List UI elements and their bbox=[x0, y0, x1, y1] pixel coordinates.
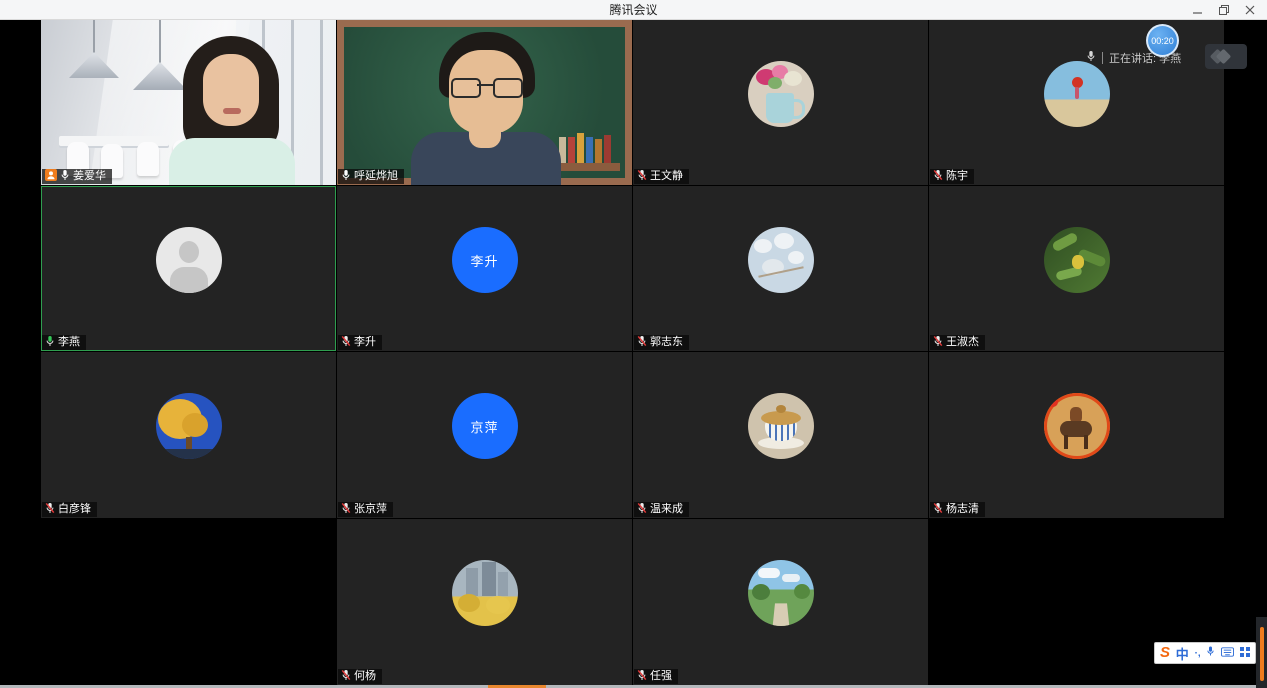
ime-punctuation-toggle[interactable]: ·, bbox=[1195, 648, 1201, 659]
window-controls bbox=[1185, 0, 1263, 19]
participant-tile[interactable]: 郭志东 bbox=[633, 186, 928, 351]
ime-keyboard-icon[interactable] bbox=[1221, 644, 1234, 662]
camera-video bbox=[41, 20, 336, 185]
mic-muted-icon bbox=[637, 168, 647, 186]
mic-speaking-icon bbox=[45, 334, 55, 352]
name-badge: 陈宇 bbox=[930, 169, 974, 184]
participant-name: 李升 bbox=[354, 336, 376, 349]
avatar bbox=[748, 560, 814, 626]
name-badge: 李燕 bbox=[42, 335, 86, 350]
participant-name: 李燕 bbox=[58, 336, 80, 349]
mic-muted-icon bbox=[341, 334, 351, 352]
participant-tile[interactable]: 王淑杰 bbox=[929, 186, 1224, 351]
avatar bbox=[1044, 61, 1110, 127]
name-badge: 王淑杰 bbox=[930, 335, 985, 350]
avatar bbox=[748, 393, 814, 459]
window-title: 腾讯会议 bbox=[609, 1, 657, 18]
mic-muted-icon bbox=[637, 668, 647, 686]
name-badge: 任强 bbox=[634, 669, 678, 684]
camera-video bbox=[337, 20, 632, 185]
mic-muted-icon bbox=[341, 668, 351, 686]
mic-muted-icon bbox=[637, 501, 647, 519]
participant-tile[interactable]: 陈宇 bbox=[929, 20, 1224, 185]
participant-name: 郭志东 bbox=[650, 336, 683, 349]
participant-tile[interactable]: 何杨 bbox=[337, 519, 632, 685]
avatar bbox=[452, 560, 518, 626]
avatar bbox=[156, 393, 222, 459]
ime-voice-icon[interactable] bbox=[1206, 644, 1215, 662]
name-badge: 郭志东 bbox=[634, 335, 689, 350]
avatar bbox=[748, 227, 814, 293]
ime-language-toggle[interactable]: 中 bbox=[1176, 644, 1189, 663]
participant-name: 陈宇 bbox=[946, 170, 968, 183]
participant-name: 白彦锋 bbox=[58, 503, 91, 516]
participant-tile[interactable]: 呼延烨旭 bbox=[337, 20, 632, 185]
mic-muted-icon bbox=[341, 501, 351, 519]
restore-button[interactable] bbox=[1211, 0, 1237, 19]
participant-tile[interactable]: 京萍 张京萍 bbox=[337, 352, 632, 518]
title-bar: 腾讯会议 bbox=[0, 0, 1267, 20]
ime-toolbar: S 中 ·, bbox=[1154, 642, 1256, 664]
sogou-logo-icon[interactable]: S bbox=[1160, 643, 1170, 663]
name-badge: 白彦锋 bbox=[42, 502, 97, 517]
scrollbar-thumb[interactable] bbox=[1260, 627, 1264, 681]
participant-tile[interactable]: 王文静 bbox=[633, 20, 928, 185]
initials-avatar: 李升 bbox=[452, 227, 518, 293]
participant-name: 任强 bbox=[650, 670, 672, 683]
participant-name: 王文静 bbox=[650, 170, 683, 183]
name-badge: 姜爱华 bbox=[42, 169, 112, 184]
name-badge: 呼延烨旭 bbox=[338, 169, 404, 184]
participant-tile[interactable]: 温来成 bbox=[633, 352, 928, 518]
side-panel-handle[interactable] bbox=[1205, 44, 1247, 69]
participant-name: 何杨 bbox=[354, 670, 376, 683]
close-button[interactable] bbox=[1237, 0, 1263, 19]
mic-on-icon bbox=[60, 168, 70, 186]
initials-avatar: 京萍 bbox=[452, 393, 518, 459]
name-badge: 何杨 bbox=[338, 669, 382, 684]
name-badge: 张京萍 bbox=[338, 502, 393, 517]
edge-scrollbar bbox=[1256, 617, 1267, 688]
host-icon bbox=[45, 168, 57, 186]
mic-icon bbox=[1086, 49, 1096, 67]
avatar bbox=[748, 61, 814, 127]
mic-muted-icon bbox=[933, 501, 943, 519]
avatar bbox=[1044, 227, 1110, 293]
participant-tile[interactable]: 李燕 bbox=[41, 186, 336, 351]
participant-tile[interactable]: 任强 bbox=[633, 519, 928, 685]
participant-tile[interactable]: 白彦锋 bbox=[41, 352, 336, 518]
name-badge: 温来成 bbox=[634, 502, 689, 517]
participant-name: 温来成 bbox=[650, 503, 683, 516]
participant-name: 呼延烨旭 bbox=[354, 170, 398, 183]
mic-muted-icon bbox=[933, 168, 943, 186]
mic-muted-icon bbox=[933, 334, 943, 352]
avatar bbox=[1044, 393, 1110, 459]
participant-name: 姜爱华 bbox=[73, 170, 106, 183]
name-badge: 杨志清 bbox=[930, 502, 985, 517]
mic-muted-icon bbox=[45, 501, 55, 519]
participant-tile[interactable]: 姜爱华 bbox=[41, 20, 336, 185]
participant-name: 张京萍 bbox=[354, 503, 387, 516]
name-badge: 王文静 bbox=[634, 169, 689, 184]
ime-toolbox-icon[interactable] bbox=[1240, 644, 1250, 662]
participant-name: 杨志清 bbox=[946, 503, 979, 516]
mic-muted-icon bbox=[637, 334, 647, 352]
participant-tile[interactable]: 杨志清 bbox=[929, 352, 1224, 518]
video-grid: 姜爱华 呼延烨旭 王文静 bbox=[0, 20, 1267, 685]
mic-on-icon bbox=[341, 168, 351, 186]
participant-tile[interactable]: 李升 李升 bbox=[337, 186, 632, 351]
divider bbox=[1102, 52, 1103, 64]
meeting-timer-badge: 00:20 bbox=[1146, 24, 1179, 57]
name-badge: 李升 bbox=[338, 335, 382, 350]
default-avatar bbox=[156, 227, 222, 293]
minimize-button[interactable] bbox=[1185, 0, 1211, 19]
participant-name: 王淑杰 bbox=[946, 336, 979, 349]
